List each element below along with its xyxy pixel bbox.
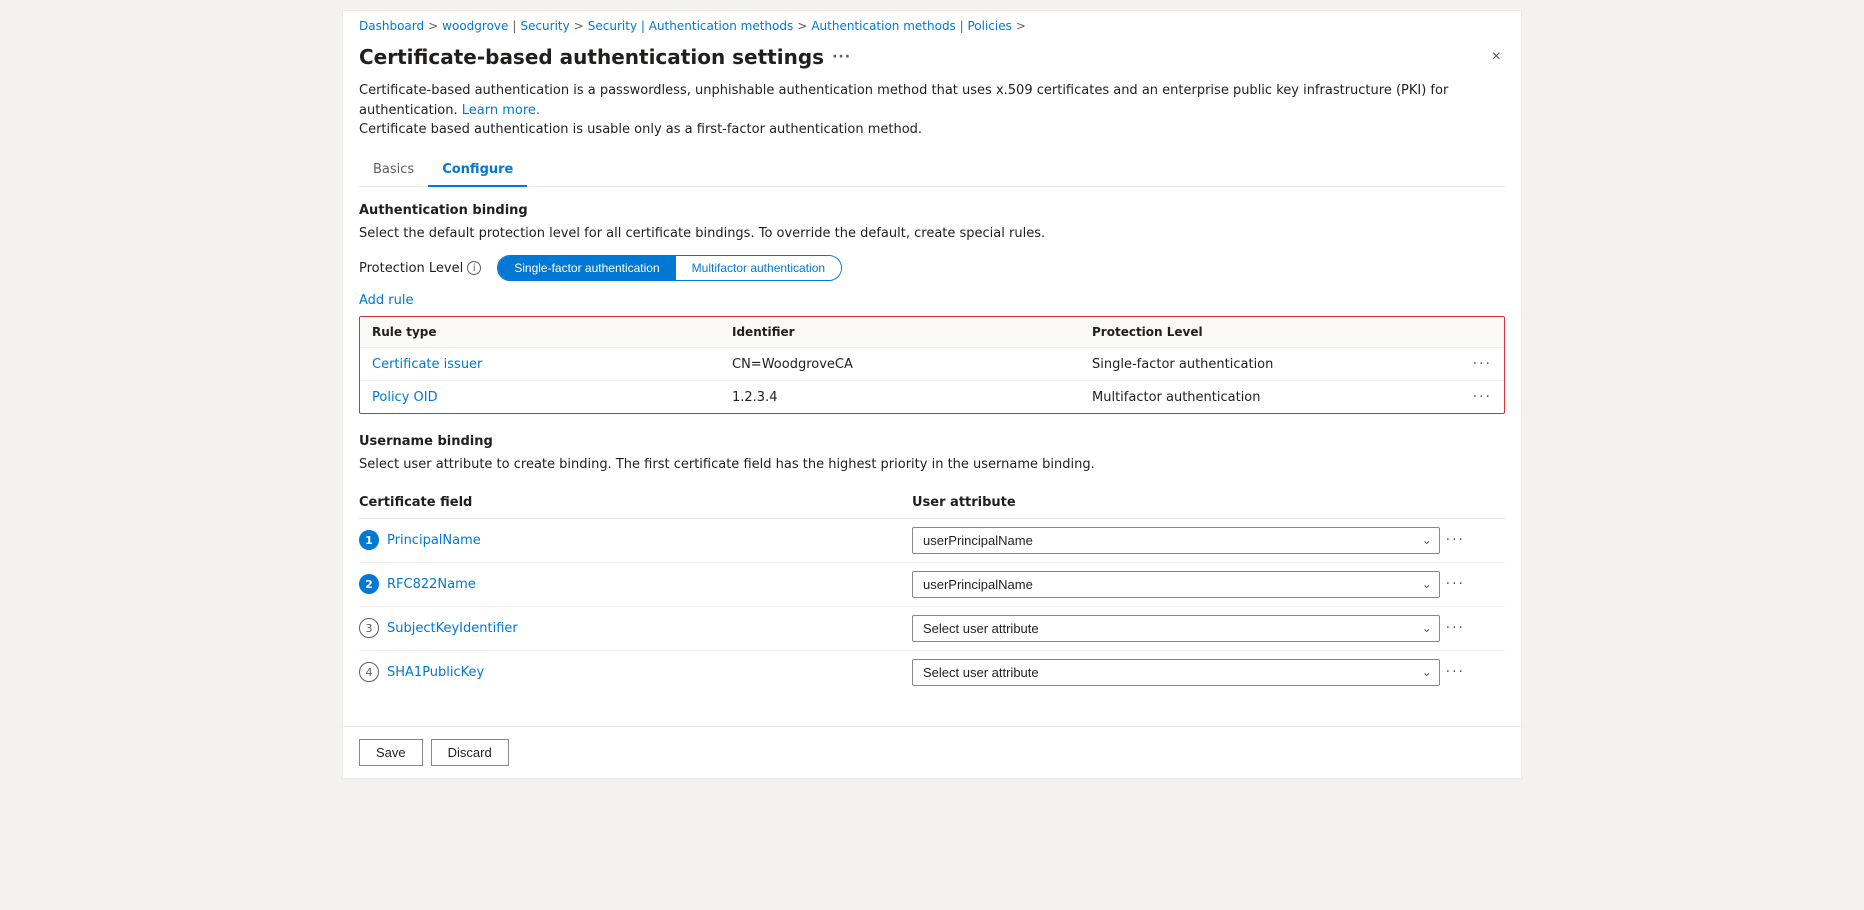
table-row: Certificate issuer CN=WoodgroveCA Single… [360,348,1504,381]
auth-binding-desc: Select the default protection level for … [359,224,1505,244]
panel-description: Certificate-based authentication is a pa… [359,81,1505,140]
user-attr-2-wrapper: userPrincipalName onPremisesUserPrincipa… [912,571,1440,598]
rules-table-header: Rule type Identifier Protection Level [360,317,1504,348]
description-text-2: Certificate based authentication is usab… [359,122,922,137]
panel-body: Certificate-based authentication is a pa… [343,69,1521,726]
authentication-binding-section: Authentication binding Select the defaul… [359,203,1505,415]
binding-table-header: Certificate field User attribute [359,487,1505,519]
binding-row-1: 1 PrincipalName userPrincipalName onPrem… [359,519,1505,563]
protection-level-2: Multifactor authentication [1092,390,1452,405]
badge-4: 4 [359,662,379,682]
binding-row-4: 4 SHA1PublicKey Select user attribute us… [359,651,1505,694]
breadcrumb: Dashboard > woodgrove | Security > Secur… [343,11,1521,37]
binding-col-user-attr: User attribute [912,495,1465,510]
user-attr-1-container: userPrincipalName onPremisesUserPrincipa… [912,527,1465,554]
row-1-ellipsis[interactable]: ··· [1473,356,1492,372]
cert-field-3: 3 SubjectKeyIdentifier [359,618,912,638]
close-button[interactable]: × [1488,45,1505,69]
tab-basics[interactable]: Basics [359,154,428,187]
binding-row-3: 3 SubjectKeyIdentifier Select user attri… [359,607,1505,651]
binding-row-2-ellipsis[interactable]: ··· [1446,576,1465,592]
breadcrumb-sep-1: > [428,19,438,33]
protection-toggle-group: Single-factor authentication Multifactor… [497,255,842,281]
panel-footer: Save Discard [343,726,1521,778]
breadcrumb-dashboard[interactable]: Dashboard [359,19,424,33]
protection-level-1: Single-factor authentication [1092,357,1452,372]
toggle-single-factor[interactable]: Single-factor authentication [498,256,675,280]
user-attr-select-4[interactable]: Select user attribute userPrincipalName … [912,659,1440,686]
badge-1: 1 [359,530,379,550]
user-attr-2-container: userPrincipalName onPremisesUserPrincipa… [912,571,1465,598]
cert-field-name-2[interactable]: RFC822Name [387,577,476,592]
row-2-ellipsis[interactable]: ··· [1473,389,1492,405]
cert-field-2: 2 RFC822Name [359,574,912,594]
breadcrumb-sep-4: > [797,19,807,33]
binding-table: Certificate field User attribute 1 Princ… [359,487,1505,694]
panel-title-group: Certificate-based authentication setting… [359,45,851,69]
panel-title-ellipsis[interactable]: ··· [832,49,851,65]
user-attr-4-wrapper: Select user attribute userPrincipalName … [912,659,1440,686]
binding-col-actions [1465,495,1505,510]
cert-field-name-3[interactable]: SubjectKeyIdentifier [387,621,518,636]
rules-table: Rule type Identifier Protection Level Ce… [359,316,1505,414]
learn-more-link[interactable]: Learn more. [462,103,540,118]
rule-type-1: Certificate issuer [372,357,732,372]
binding-row-2: 2 RFC822Name userPrincipalName onPremise… [359,563,1505,607]
save-button[interactable]: Save [359,739,423,766]
panel-header: Certificate-based authentication setting… [343,37,1521,69]
badge-2: 2 [359,574,379,594]
binding-row-1-ellipsis[interactable]: ··· [1446,532,1465,548]
col-rule-type: Rule type [372,325,732,339]
breadcrumb-auth-policies[interactable]: Authentication methods | Policies [811,19,1012,33]
tab-configure[interactable]: Configure [428,154,527,187]
table-row: Policy OID 1.2.3.4 Multifactor authentic… [360,381,1504,413]
cert-field-name-4[interactable]: SHA1PublicKey [387,665,484,680]
main-panel: Dashboard > woodgrove | Security > Secur… [342,10,1522,779]
binding-col-cert-field: Certificate field [359,495,912,510]
username-binding-section: Username binding Select user attribute t… [359,434,1505,694]
protection-info-icon: i [467,261,481,275]
col-actions-header [1452,325,1492,339]
user-attr-3-container: Select user attribute userPrincipalName … [912,615,1465,642]
breadcrumb-security[interactable]: Security [520,19,569,33]
binding-row-3-ellipsis[interactable]: ··· [1446,620,1465,636]
col-identifier: Identifier [732,325,1092,339]
username-binding-title: Username binding [359,434,1505,449]
breadcrumb-sep-5: > [1016,19,1026,33]
breadcrumb-sep-2: | [512,19,516,33]
identifier-2: 1.2.3.4 [732,390,1092,405]
breadcrumb-woodgrove[interactable]: woodgrove [442,19,508,33]
user-attr-1-wrapper: userPrincipalName onPremisesUserPrincipa… [912,527,1440,554]
user-attr-3-wrapper: Select user attribute userPrincipalName … [912,615,1440,642]
breadcrumb-security-auth[interactable]: Security | Authentication methods [588,19,793,33]
page-wrapper: Dashboard > woodgrove | Security > Secur… [0,10,1864,910]
cert-field-1: 1 PrincipalName [359,530,912,550]
user-attr-select-2[interactable]: userPrincipalName onPremisesUserPrincipa… [912,571,1440,598]
toggle-multifactor[interactable]: Multifactor authentication [676,256,841,280]
protection-level-row: Protection Level i Single-factor authent… [359,255,1505,281]
panel-title-text: Certificate-based authentication setting… [359,45,824,69]
user-attr-4-container: Select user attribute userPrincipalName … [912,659,1465,686]
cert-field-4: 4 SHA1PublicKey [359,662,912,682]
discard-button[interactable]: Discard [431,739,509,766]
tab-bar: Basics Configure [359,154,1505,187]
protection-level-label: Protection Level i [359,261,481,276]
col-protection-level: Protection Level [1092,325,1452,339]
badge-3: 3 [359,618,379,638]
binding-row-4-ellipsis[interactable]: ··· [1446,664,1465,680]
auth-binding-title: Authentication binding [359,203,1505,218]
identifier-1: CN=WoodgroveCA [732,357,1092,372]
user-attr-select-1[interactable]: userPrincipalName onPremisesUserPrincipa… [912,527,1440,554]
breadcrumb-sep-3: > [574,19,584,33]
cert-field-name-1[interactable]: PrincipalName [387,533,481,548]
rule-type-2: Policy OID [372,390,732,405]
user-attr-select-3[interactable]: Select user attribute userPrincipalName … [912,615,1440,642]
username-binding-desc: Select user attribute to create binding.… [359,455,1505,475]
add-rule-link[interactable]: Add rule [359,293,414,308]
